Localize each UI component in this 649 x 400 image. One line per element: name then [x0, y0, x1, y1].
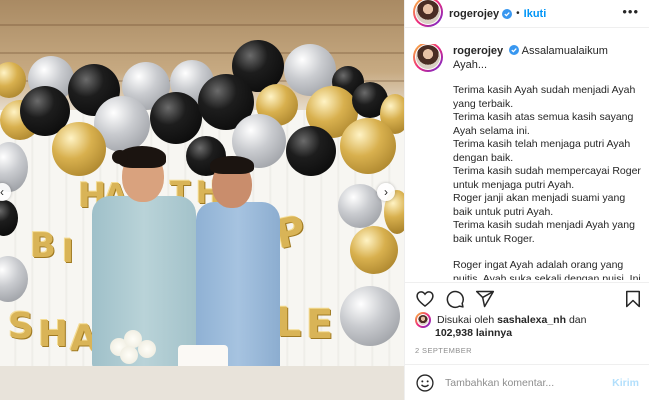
share-icon[interactable] [475, 289, 495, 309]
comment-icon[interactable] [445, 289, 465, 309]
follow-button[interactable]: Ikuti [524, 8, 547, 20]
white-flower-bouquet [108, 330, 168, 366]
liker-username[interactable]: sashalexa_nh [497, 314, 566, 326]
action-bar [405, 282, 649, 312]
caption-body: Terima kasih Ayah sudah menjadi Ayah yan… [453, 84, 643, 280]
likes-prefix: Disukai oleh [437, 314, 495, 326]
caption-line: Terima kasih atas semua kasih sayang Aya… [453, 111, 634, 137]
foil-letter: E [306, 302, 334, 348]
foil-letter: I [62, 232, 74, 270]
heart-icon[interactable] [415, 289, 435, 309]
caption-line: Terima kasih sudah mempercayai Roger unt… [453, 165, 641, 191]
black-balloon [286, 126, 336, 176]
wall-panel-line [0, 52, 404, 54]
post-header: rogerojey • Ikuti ••• [405, 0, 649, 28]
caption-line: Terima kasih sudah menjadi Ayah yang bai… [453, 219, 635, 245]
post-side-panel: rogerojey • Ikuti ••• rogerojey Assalamu… [404, 0, 649, 400]
foil-letter: B [30, 226, 56, 266]
foil-letter: S [8, 306, 34, 347]
caption-line: Terima kasih telah menjaga putri Ayah de… [453, 138, 631, 164]
liker-avatar[interactable] [415, 312, 431, 328]
gold-balloon [52, 122, 106, 176]
table-surface [0, 366, 404, 400]
caption-line: Roger janji akan menjadi suami yang baik… [453, 192, 626, 218]
likes-others-label[interactable]: lainnya [476, 327, 512, 339]
silver-balloon [338, 184, 382, 228]
likes-count[interactable]: 102,938 [435, 327, 473, 339]
post-comment-button[interactable]: Kirim [612, 377, 639, 389]
bookmark-icon[interactable] [623, 289, 643, 309]
gold-balloon [350, 226, 398, 274]
caption-line: Roger ingat Ayah adalah orang yang puiti… [453, 259, 641, 280]
silver-balloon [340, 286, 400, 346]
caption-username[interactable]: rogerojey [453, 45, 503, 57]
avatar[interactable] [413, 0, 443, 27]
post-photo[interactable]: H A T H B I P S H A L E ‹ › [0, 0, 404, 400]
comment-bar: Kirim [405, 364, 649, 400]
chevron-right-icon[interactable]: › [377, 183, 395, 201]
caption-line: Terima kasih Ayah sudah menjadi Ayah yan… [453, 84, 636, 110]
more-horizontal-icon[interactable]: ••• [622, 5, 639, 18]
avatar[interactable] [413, 44, 443, 72]
foil-letter: H [38, 314, 69, 355]
caption-first-line: rogerojey Assalamualaikum Ayah... [453, 44, 641, 72]
likes-conjunction: dan [568, 314, 587, 326]
verified-badge-icon [509, 45, 520, 55]
likes-count-link[interactable]: 102,938 lainnya [435, 327, 512, 339]
separator-dot: • [516, 8, 520, 19]
black-balloon [150, 92, 202, 144]
header-username[interactable]: rogerojey [449, 8, 499, 20]
comment-input[interactable] [445, 376, 613, 389]
likes-summary: Disukai oleh sashalexa_nh dan [415, 312, 586, 328]
post-date[interactable]: 2 SEPTEMBER [415, 346, 472, 355]
caption-scroll-area[interactable]: rogerojey Assalamualaikum Ayah... Terima… [405, 44, 649, 280]
verified-badge-icon [502, 8, 513, 19]
wall-panel-line [0, 24, 404, 26]
gold-balloon [340, 118, 396, 174]
emoji-icon[interactable] [415, 373, 435, 393]
gold-balloon [0, 62, 26, 98]
